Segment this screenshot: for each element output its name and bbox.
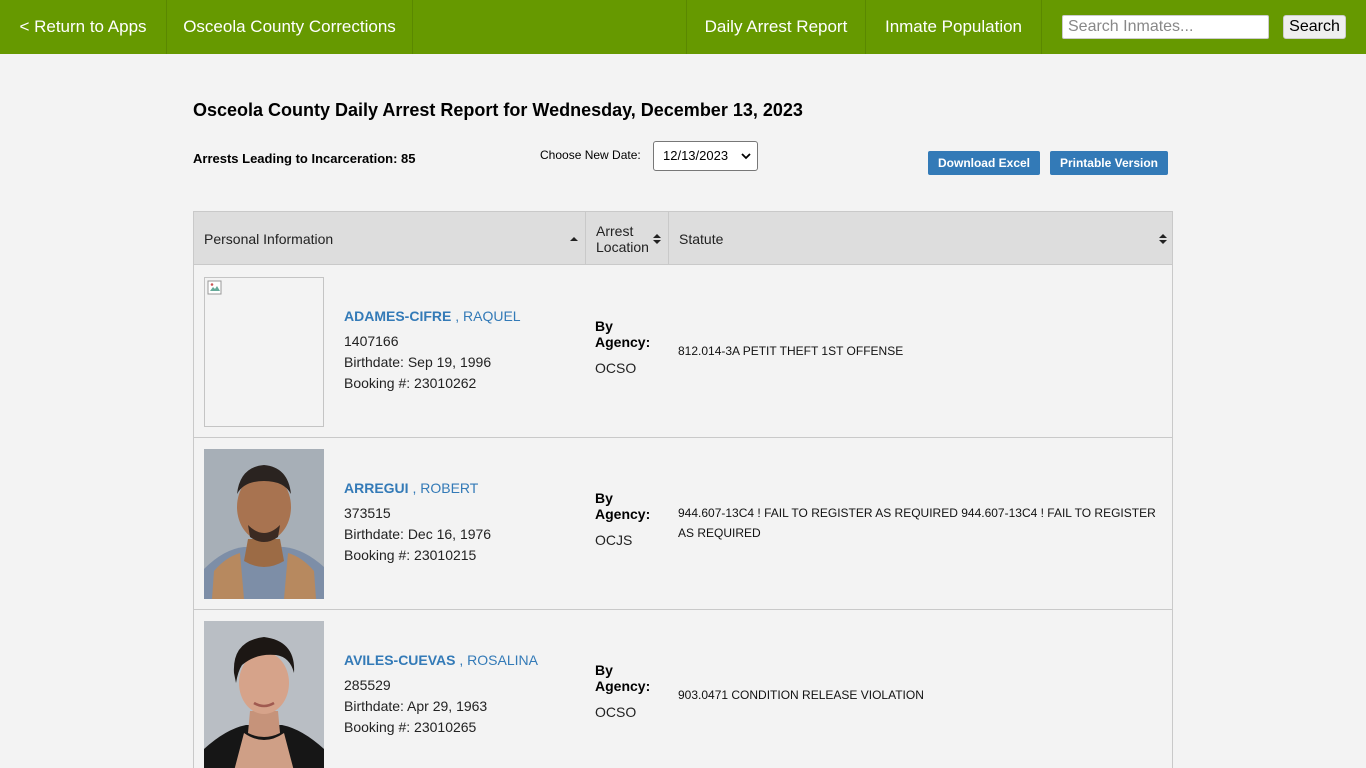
table-header: Personal Information Arrest Location Sta… (194, 212, 1172, 265)
inmate-name-link[interactable]: ARREGUI , ROBERT (344, 480, 478, 496)
date-select-value: 12/13/2023 (663, 148, 729, 163)
inmate-name-link[interactable]: AVILES-CUEVAS , ROSALINA (344, 652, 538, 668)
header-label: Location (596, 239, 649, 255)
inmate-name-link[interactable]: ADAMES-CIFRE , RAQUEL (344, 308, 521, 324)
last-name: ADAMES-CIFRE (344, 308, 452, 324)
inmate-id: 1407166 (344, 333, 399, 349)
arrest-by-agency-label: By Agency: (595, 490, 651, 522)
first-name: , RAQUEL (455, 308, 521, 324)
printable-version-button[interactable]: Printable Version (1050, 151, 1168, 175)
table-row: ADAMES-CIFRE , RAQUEL 1407166 Birthdate:… (194, 266, 1172, 438)
inmate-id: 373515 (344, 505, 391, 521)
birthdate: Birthdate: Apr 29, 1963 (344, 698, 488, 714)
nav-divider (1041, 0, 1042, 54)
site-name-link[interactable]: Osceola County Corrections (167, 0, 412, 54)
first-name: , ROBERT (412, 480, 479, 496)
daily-arrest-report-link[interactable]: Daily Arrest Report (687, 0, 865, 54)
arrest-by-agency-label: By Agency: (595, 318, 651, 350)
birthdate: Birthdate: Sep 19, 1996 (344, 354, 492, 370)
inmate-photo[interactable] (204, 621, 324, 768)
arrest-by-agency-label: By Agency: (595, 662, 651, 694)
mugshot-image (204, 449, 324, 599)
download-excel-button[interactable]: Download Excel (928, 151, 1040, 175)
booking-number: Booking #: 23010265 (344, 719, 477, 735)
header-label: Statute (679, 231, 724, 247)
inmate-photo[interactable] (204, 449, 324, 599)
table-row: ARREGUI , ROBERT 373515 Birthdate: Dec 1… (194, 438, 1172, 610)
header-label: Arrest (596, 223, 634, 239)
search-input[interactable] (1062, 15, 1269, 39)
booking-number: Booking #: 23010215 (344, 547, 477, 563)
header-statute[interactable]: Statute (669, 212, 1172, 265)
header-label: Personal Information (204, 231, 334, 247)
agency: OCJS (595, 532, 633, 548)
table-row: AVILES-CUEVAS , ROSALINA 285529 Birthdat… (194, 610, 1172, 768)
last-name: AVILES-CUEVAS (344, 652, 456, 668)
first-name: , ROSALINA (459, 652, 538, 668)
statute: 903.0471 CONDITION RELEASE VIOLATION (678, 688, 924, 702)
inmate-population-link[interactable]: Inmate Population (866, 0, 1041, 54)
inmate-id: 285529 (344, 677, 391, 693)
header-personal-information[interactable]: Personal Information (194, 212, 585, 265)
search-button[interactable]: Search (1283, 15, 1346, 39)
date-select[interactable]: 12/13/2023 (653, 141, 758, 171)
broken-image-icon (207, 280, 222, 295)
sort-icon (653, 234, 661, 244)
header-arrest-location[interactable]: Arrest Location (586, 212, 668, 265)
sort-icon (1159, 234, 1167, 244)
nav-divider (412, 0, 413, 54)
booking-number: Booking #: 23010262 (344, 375, 477, 391)
date-label: Choose New Date: (540, 148, 641, 162)
chevron-down-icon (741, 153, 751, 160)
arrests-count: Arrests Leading to Incarceration: 85 (193, 151, 416, 166)
birthdate: Birthdate: Dec 16, 1976 (344, 526, 492, 542)
mugshot-image (204, 621, 324, 768)
agency: OCSO (595, 704, 637, 720)
statute: 944.607-13C4 ! FAIL TO REGISTER AS REQUI… (678, 506, 1156, 540)
agency: OCSO (595, 360, 637, 376)
page-title: Osceola County Daily Arrest Report for W… (193, 100, 803, 120)
return-to-apps-link[interactable]: < Return to Apps (0, 0, 166, 54)
arrest-table: Personal Information Arrest Location Sta… (193, 211, 1173, 768)
sort-ascending-icon (570, 237, 578, 241)
last-name: ARREGUI (344, 480, 409, 496)
statute: 812.014-3A PETIT THEFT 1ST OFFENSE (678, 344, 904, 358)
inmate-photo[interactable] (204, 277, 324, 427)
top-nav: < Return to Apps Osceola County Correcti… (0, 0, 1366, 54)
